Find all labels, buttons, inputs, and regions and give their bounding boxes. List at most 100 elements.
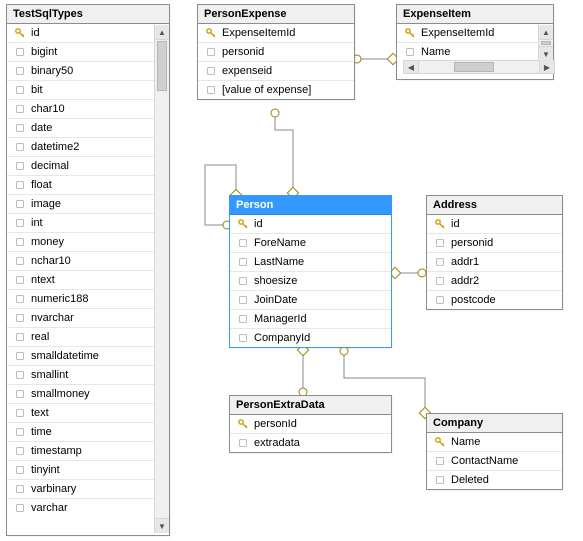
column-row[interactable]: decimal xyxy=(7,157,169,176)
column-row[interactable]: binary50 xyxy=(7,62,169,81)
column-row[interactable]: Name xyxy=(427,433,562,452)
column-name: smallmoney xyxy=(31,388,153,400)
column-row[interactable]: personid xyxy=(198,43,354,62)
column-icon xyxy=(13,426,27,438)
column-row[interactable]: smalldatetime xyxy=(7,347,169,366)
scroll-thumb[interactable] xyxy=(454,62,494,72)
column-row[interactable]: ExpenseItemId xyxy=(198,24,354,43)
column-icon xyxy=(236,294,250,306)
column-name: id xyxy=(254,218,385,230)
vertical-scrollbar[interactable]: ▲ ▼ xyxy=(538,25,553,61)
column-row[interactable]: id xyxy=(230,215,391,234)
scroll-down-icon[interactable]: ▼ xyxy=(155,518,169,533)
scroll-thumb[interactable] xyxy=(157,41,167,91)
column-row[interactable]: Deleted xyxy=(427,471,562,489)
column-name: LastName xyxy=(254,256,385,268)
table-expenseitem[interactable]: ExpenseItem ExpenseItemIdName ◀ ▶ ▲ ▼ xyxy=(396,4,554,80)
column-list: id ForeName LastName shoesizeJoinDateManage… xyxy=(230,215,391,347)
column-row[interactable]: date xyxy=(7,119,169,138)
column-list: id personid addr1 addr2 postcode xyxy=(427,215,562,309)
column-row[interactable]: varbinary xyxy=(7,480,169,499)
table-personexpense[interactable]: PersonExpense ExpenseItemIdpersonidexpen… xyxy=(197,4,355,100)
column-row[interactable]: JoinDate xyxy=(230,291,391,310)
column-icon xyxy=(13,312,27,324)
column-row[interactable]: image xyxy=(7,195,169,214)
table-person[interactable]: Person idForeNameLastNameshoesizeJoinDat… xyxy=(229,195,392,348)
column-row[interactable]: extradata xyxy=(230,434,391,452)
column-list: personId extradata xyxy=(230,415,391,452)
column-row[interactable]: int xyxy=(7,214,169,233)
column-name: nchar10 xyxy=(31,255,153,267)
column-row[interactable]: bigint xyxy=(7,43,169,62)
column-row[interactable]: ContactName xyxy=(427,452,562,471)
column-icon xyxy=(13,179,27,191)
column-icon xyxy=(204,46,218,58)
column-row[interactable]: text xyxy=(7,404,169,423)
column-icon xyxy=(13,160,27,172)
column-icon xyxy=(13,84,27,96)
column-row[interactable]: CompanyId xyxy=(230,329,391,347)
column-row[interactable]: ExpenseItemId xyxy=(397,24,553,43)
scroll-thumb[interactable] xyxy=(541,41,551,45)
column-row[interactable]: shoesize xyxy=(230,272,391,291)
column-row[interactable]: smallint xyxy=(7,366,169,385)
column-row[interactable]: ntext xyxy=(7,271,169,290)
column-row[interactable]: char10 xyxy=(7,100,169,119)
column-row[interactable]: personid xyxy=(427,234,562,253)
column-name: personid xyxy=(451,237,556,249)
primary-key-icon xyxy=(433,218,447,230)
column-name: addr2 xyxy=(451,275,556,287)
column-row[interactable]: addr2 xyxy=(427,272,562,291)
column-list: idbigintbinary50 bit char10datedatetime2de… xyxy=(7,24,169,524)
column-row[interactable]: varchar xyxy=(7,499,169,517)
column-row[interactable]: Name xyxy=(397,43,553,61)
column-row[interactable]: smallmoney xyxy=(7,385,169,404)
column-row[interactable]: expenseid xyxy=(198,62,354,81)
column-icon xyxy=(204,65,218,77)
column-row[interactable]: postcode xyxy=(427,291,562,309)
scroll-up-icon[interactable]: ▲ xyxy=(155,25,169,40)
column-row[interactable]: personId xyxy=(230,415,391,434)
scroll-up-icon[interactable]: ▲ xyxy=(539,25,553,40)
column-row[interactable]: id xyxy=(7,24,169,43)
vertical-scrollbar[interactable]: ▲ ▼ xyxy=(154,25,169,533)
column-row[interactable]: tinyint xyxy=(7,461,169,480)
horizontal-scrollbar[interactable]: ◀ ▶ xyxy=(403,60,555,74)
column-icon xyxy=(13,46,27,58)
column-row[interactable]: timestamp xyxy=(7,442,169,461)
column-row[interactable]: [value of expense] xyxy=(198,81,354,99)
column-row[interactable]: numeric188 xyxy=(7,290,169,309)
column-name: numeric188 xyxy=(31,293,153,305)
table-personextradata[interactable]: PersonExtraData personIdextradata xyxy=(229,395,392,453)
column-row[interactable]: nvarchar xyxy=(7,309,169,328)
column-row[interactable]: LastName xyxy=(230,253,391,272)
column-name: money xyxy=(31,236,153,248)
column-row[interactable]: nchar10 xyxy=(7,252,169,271)
column-row[interactable]: id xyxy=(427,215,562,234)
table-testsqltypes[interactable]: TestSqlTypes idbigintbinary50bitchar10da… xyxy=(6,4,170,536)
column-name: ntext xyxy=(31,274,153,286)
column-name: ForeName xyxy=(254,237,385,249)
column-row[interactable]: ManagerId xyxy=(230,310,391,329)
table-title: TestSqlTypes xyxy=(7,5,169,24)
table-company[interactable]: Company NameContactNameDeleted xyxy=(426,413,563,490)
column-icon xyxy=(433,256,447,268)
column-row[interactable]: real xyxy=(7,328,169,347)
column-row[interactable]: time xyxy=(7,423,169,442)
primary-key-icon xyxy=(433,436,447,448)
table-address[interactable]: Address idpersonidaddr1addr2postcode xyxy=(426,195,563,310)
column-row[interactable]: addr1 xyxy=(427,253,562,272)
column-row[interactable]: bit xyxy=(7,81,169,100)
column-icon xyxy=(204,84,218,96)
column-row[interactable]: float xyxy=(7,176,169,195)
column-row[interactable]: money xyxy=(7,233,169,252)
column-icon xyxy=(236,275,250,287)
column-name: personId xyxy=(254,418,385,430)
column-row[interactable]: datetime2 xyxy=(7,138,169,157)
scroll-left-icon[interactable]: ◀ xyxy=(404,61,419,73)
column-name: bit xyxy=(31,84,153,96)
column-name: image xyxy=(31,198,153,210)
column-row[interactable]: ForeName xyxy=(230,234,391,253)
scroll-down-icon[interactable]: ▼ xyxy=(539,46,553,61)
scroll-right-icon[interactable]: ▶ xyxy=(539,61,554,73)
